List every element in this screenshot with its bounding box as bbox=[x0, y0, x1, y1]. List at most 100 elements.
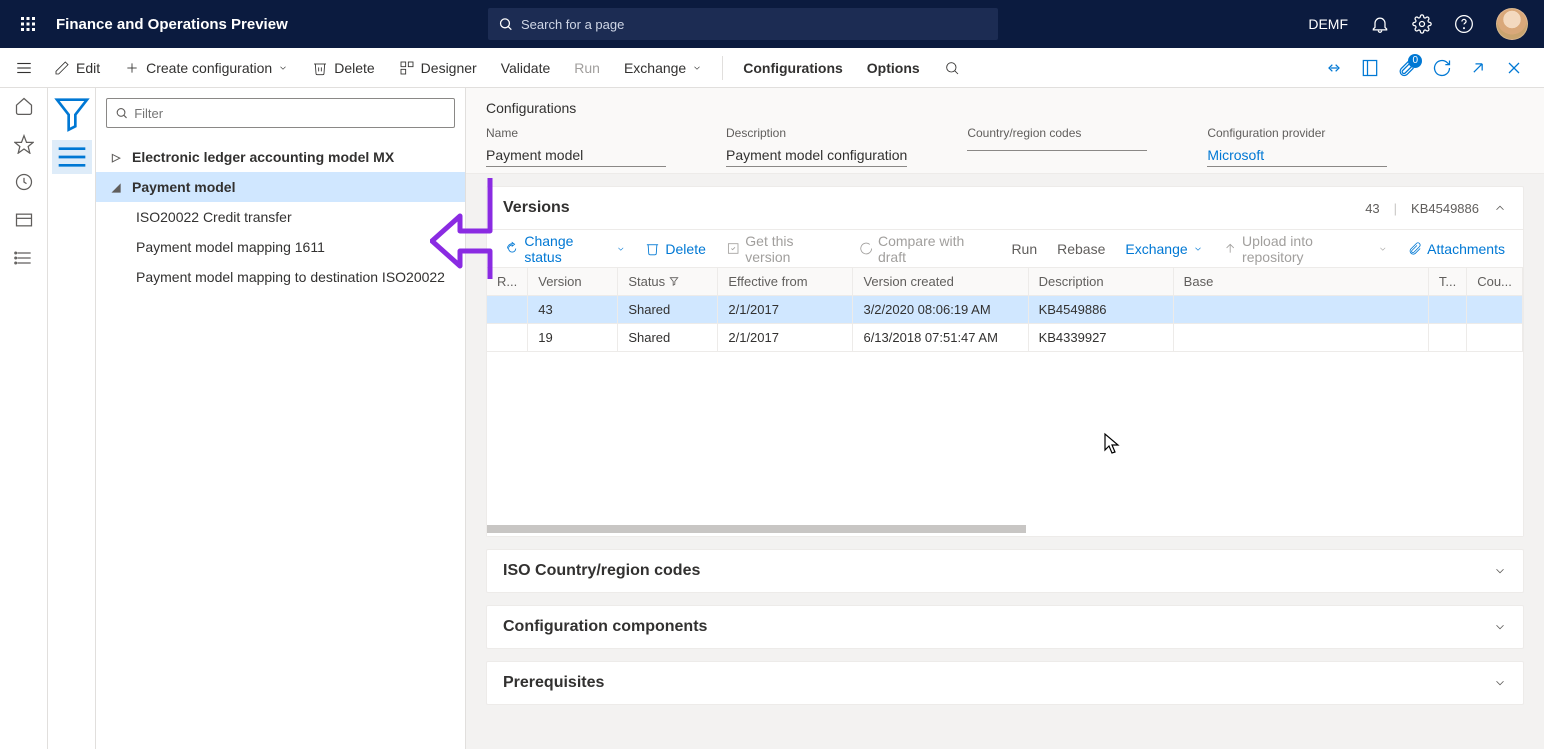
tree-node[interactable]: Payment model mapping 1611 bbox=[96, 232, 465, 262]
prereq-title: Prerequisites bbox=[503, 674, 604, 692]
tree-filter-input[interactable] bbox=[134, 106, 446, 121]
tree-node-selected[interactable]: ◢ Payment model bbox=[96, 172, 465, 202]
table-row[interactable]: 43 Shared 2/1/2017 3/2/2020 08:06:19 AM … bbox=[487, 296, 1523, 324]
run-button: Run bbox=[564, 56, 610, 80]
get-version-label: Get this version bbox=[745, 233, 838, 265]
field-value[interactable]: Payment model configuration bbox=[726, 144, 907, 167]
cell-t bbox=[1428, 296, 1466, 324]
versions-toolbar: Change status Delete Get this version Co… bbox=[487, 229, 1523, 267]
refresh-icon[interactable] bbox=[1432, 58, 1452, 78]
cell-description: KB4339927 bbox=[1028, 324, 1173, 352]
field-provider: Configuration provider Microsoft bbox=[1207, 126, 1387, 167]
recent-icon[interactable] bbox=[14, 172, 34, 192]
notifications-icon[interactable] bbox=[1370, 14, 1390, 34]
modules-icon[interactable] bbox=[14, 248, 34, 268]
col-description[interactable]: Description bbox=[1028, 268, 1173, 296]
home-icon[interactable] bbox=[14, 96, 34, 116]
change-status-label: Change status bbox=[524, 233, 610, 265]
options-button[interactable]: Options bbox=[857, 56, 930, 80]
search-input[interactable] bbox=[521, 17, 988, 32]
field-value-link[interactable]: Microsoft bbox=[1207, 144, 1387, 167]
tree-node-label: Payment model mapping 1611 bbox=[136, 239, 325, 255]
filter-view-tab[interactable] bbox=[52, 96, 92, 130]
tree-filter[interactable] bbox=[106, 98, 455, 128]
link-icon[interactable] bbox=[1324, 58, 1344, 78]
cell-status: Shared bbox=[618, 296, 718, 324]
col-version[interactable]: Version bbox=[528, 268, 618, 296]
field-name: Name Payment model bbox=[486, 126, 666, 167]
get-version-button: Get this version bbox=[718, 230, 847, 268]
close-icon[interactable] bbox=[1504, 58, 1524, 78]
delete-button[interactable]: Delete bbox=[302, 56, 384, 80]
horizontal-scrollbar[interactable] bbox=[487, 522, 1523, 536]
configurations-label: Configurations bbox=[743, 60, 843, 76]
field-label: Country/region codes bbox=[967, 126, 1147, 140]
workspaces-icon[interactable] bbox=[14, 210, 34, 230]
nav-toggle-icon[interactable] bbox=[8, 59, 40, 77]
cell-version: 43 bbox=[528, 296, 618, 324]
page-search-button[interactable] bbox=[934, 56, 970, 80]
exchange-button[interactable]: Exchange bbox=[614, 56, 712, 80]
col-t[interactable]: T... bbox=[1428, 268, 1466, 296]
validate-button[interactable]: Validate bbox=[491, 56, 561, 80]
version-exchange-label: Exchange bbox=[1125, 241, 1187, 257]
tree-node[interactable]: ISO20022 Credit transfer bbox=[96, 202, 465, 232]
rebase-button: Rebase bbox=[1049, 238, 1113, 260]
versions-summary-version: 43 bbox=[1365, 201, 1379, 216]
attachments-label: Attachments bbox=[1427, 241, 1505, 257]
attachments-icon[interactable]: 0 bbox=[1396, 58, 1416, 78]
prereq-header[interactable]: Prerequisites bbox=[487, 662, 1523, 704]
col-cou[interactable]: Cou... bbox=[1467, 268, 1523, 296]
compare-button: Compare with draft bbox=[851, 230, 1000, 268]
edit-button[interactable]: Edit bbox=[44, 56, 110, 80]
upload-label: Upload into repository bbox=[1242, 233, 1373, 265]
table-row[interactable]: 19 Shared 2/1/2017 6/13/2018 07:51:47 AM… bbox=[487, 324, 1523, 352]
popout-icon[interactable] bbox=[1468, 58, 1488, 78]
iso-header[interactable]: ISO Country/region codes bbox=[487, 550, 1523, 592]
components-card: Configuration components bbox=[486, 605, 1524, 649]
version-delete-label: Delete bbox=[665, 241, 705, 257]
col-status-label: Status bbox=[628, 274, 665, 289]
nav-rail bbox=[0, 88, 48, 749]
change-status-button[interactable]: Change status bbox=[497, 230, 633, 268]
version-delete-button[interactable]: Delete bbox=[637, 238, 713, 260]
list-view-tab[interactable] bbox=[52, 140, 92, 174]
version-run-label: Run bbox=[1011, 241, 1037, 257]
field-label: Description bbox=[726, 126, 907, 140]
app-launcher-icon[interactable] bbox=[12, 16, 44, 32]
prereq-card: Prerequisites bbox=[486, 661, 1524, 705]
col-effective[interactable]: Effective from bbox=[718, 268, 853, 296]
help-icon[interactable] bbox=[1454, 14, 1474, 34]
app-title: Finance and Operations Preview bbox=[44, 16, 288, 33]
gear-icon[interactable] bbox=[1412, 14, 1432, 34]
office-icon[interactable] bbox=[1360, 58, 1380, 78]
collapse-icon[interactable]: ◢ bbox=[112, 181, 126, 194]
versions-header[interactable]: Versions 43 | KB4549886 bbox=[487, 187, 1523, 229]
company-code[interactable]: DEMF bbox=[1308, 16, 1348, 32]
tree-node-label: Payment model bbox=[132, 179, 235, 195]
create-configuration-button[interactable]: Create configuration bbox=[114, 56, 298, 80]
col-status[interactable]: Status bbox=[618, 268, 718, 296]
configurations-tab[interactable]: Configurations bbox=[733, 56, 853, 80]
expand-icon[interactable]: ▷ bbox=[112, 151, 126, 164]
col-base[interactable]: Base bbox=[1173, 268, 1428, 296]
attachments-button[interactable]: Attachments bbox=[1399, 238, 1513, 260]
versions-grid[interactable]: R... Version Status Effective from Versi… bbox=[487, 267, 1523, 536]
components-header[interactable]: Configuration components bbox=[487, 606, 1523, 648]
field-value[interactable]: Payment model bbox=[486, 144, 666, 167]
config-header: Configurations Name Payment model Descri… bbox=[466, 88, 1544, 174]
field-value[interactable] bbox=[967, 144, 1147, 151]
tree-node[interactable]: Payment model mapping to destination ISO… bbox=[96, 262, 465, 292]
col-created[interactable]: Version created bbox=[853, 268, 1028, 296]
tree-node[interactable]: ▷ Electronic ledger accounting model MX bbox=[96, 142, 465, 172]
avatar[interactable] bbox=[1496, 8, 1528, 40]
favorite-icon[interactable] bbox=[14, 134, 34, 154]
tree-node-label: ISO20022 Credit transfer bbox=[136, 209, 292, 225]
upload-button: Upload into repository bbox=[1215, 230, 1396, 268]
version-exchange-button[interactable]: Exchange bbox=[1117, 238, 1210, 260]
global-search[interactable] bbox=[488, 8, 998, 40]
tree-node-label: Electronic ledger accounting model MX bbox=[132, 149, 394, 165]
versions-card: Versions 43 | KB4549886 Change status De… bbox=[486, 186, 1524, 537]
cell-effective: 2/1/2017 bbox=[718, 324, 853, 352]
designer-button[interactable]: Designer bbox=[389, 56, 487, 80]
